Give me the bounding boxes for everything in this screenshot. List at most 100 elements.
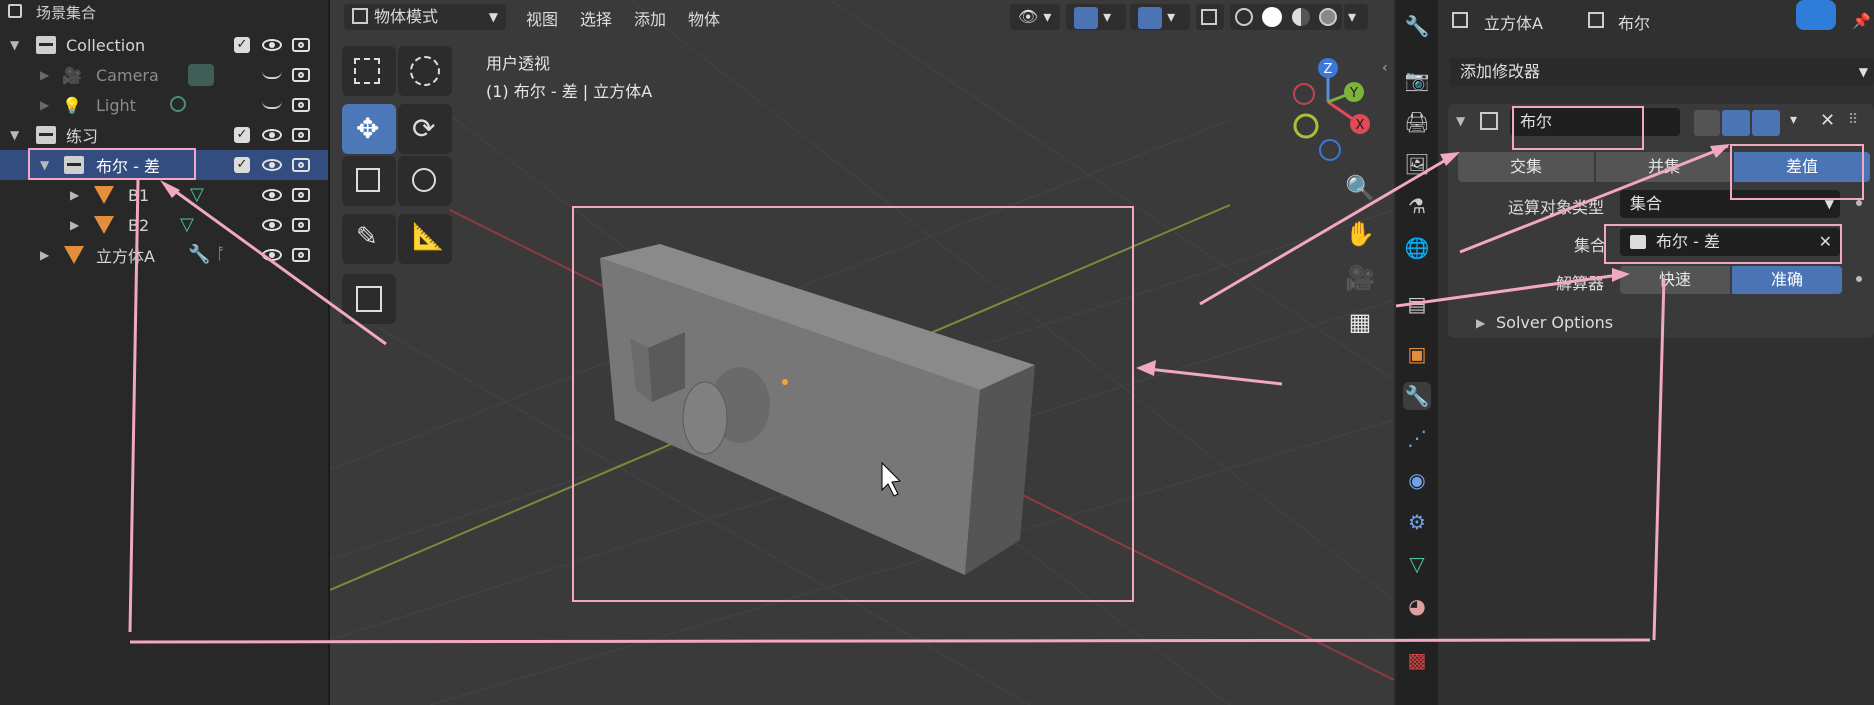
render-camera-icon[interactable] <box>292 248 310 262</box>
wireframe-shading-icon[interactable] <box>1234 8 1253 26</box>
material-shading-icon[interactable] <box>1291 8 1310 26</box>
keyframe-dot-icon[interactable] <box>1856 276 1862 282</box>
visibility-eye-icon[interactable] <box>262 219 282 231</box>
gizmo-dropdown[interactable]: ▾ <box>1066 4 1126 30</box>
outliner-row-light[interactable]: ▶ 💡 Light <box>0 90 328 120</box>
render-tab-icon[interactable]: 📷 <box>1403 66 1431 94</box>
menu-select[interactable]: 选择 <box>580 6 612 30</box>
rendered-shading-icon[interactable] <box>1319 8 1338 26</box>
add-modifier-dropdown[interactable]: 添加修改器 ▼ <box>1450 58 1874 86</box>
navigation-gizmo[interactable]: Z Y X <box>1264 52 1392 162</box>
render-camera-icon[interactable] <box>292 128 310 142</box>
outliner-row-cube-a[interactable]: ▶ 立方体A 🔧 ᚩ <box>0 240 328 270</box>
outliner-row-practice[interactable]: ▼ 练习 ✓ <box>0 120 328 150</box>
zoom-icon[interactable]: 🔍 <box>1344 172 1376 204</box>
outliner-row-collection[interactable]: ▼ Collection ✓ <box>0 30 328 60</box>
menu-add[interactable]: 添加 <box>634 6 666 30</box>
transform-tool[interactable] <box>398 156 452 206</box>
object-mode-dropdown[interactable]: 物体模式 ▼ <box>344 4 506 30</box>
expand-arrow-icon[interactable]: ▶ <box>40 248 49 262</box>
drag-handle-icon[interactable]: ⠿ <box>1848 112 1858 128</box>
output-tab-icon[interactable]: 🖨 <box>1403 108 1431 136</box>
hidden-eye-icon[interactable] <box>262 101 282 109</box>
edit-mode-toggle-icon[interactable] <box>1694 110 1720 136</box>
remove-modifier-icon[interactable]: ✕ <box>1820 110 1835 131</box>
ortho-grid-icon[interactable]: ▦ <box>1344 306 1376 338</box>
exclude-checkbox[interactable]: ✓ <box>234 157 250 173</box>
render-camera-icon[interactable] <box>292 218 310 232</box>
rotate-tool[interactable]: ⟳ <box>398 104 452 154</box>
shading-options-dropdown[interactable]: ▾ <box>1344 4 1368 30</box>
menu-view[interactable]: 视图 <box>526 6 558 30</box>
operation-intersect[interactable]: 交集 <box>1458 152 1594 182</box>
expand-arrow-icon[interactable]: ▶ <box>40 68 49 82</box>
texture-tab-icon[interactable]: ▩ <box>1403 646 1431 674</box>
outliner-row-b2[interactable]: ▶ B2 ▽ <box>0 210 328 240</box>
measure-tool[interactable]: 📐 <box>398 214 452 264</box>
collection-tab-icon[interactable]: ▤ <box>1403 290 1431 318</box>
mesh-data-icon[interactable]: ▽ <box>180 214 194 235</box>
visibility-eye-icon[interactable] <box>262 159 282 171</box>
render-camera-icon[interactable] <box>292 38 310 52</box>
scale-tool[interactable] <box>342 156 396 206</box>
visibility-eye-icon[interactable] <box>262 189 282 201</box>
constraints-tab-icon[interactable]: ⚙ <box>1403 508 1431 536</box>
sidebar-toggle-icon[interactable]: ‹ <box>1382 60 1388 76</box>
select-box-tool[interactable] <box>342 46 396 96</box>
xray-toggle[interactable] <box>1196 4 1224 30</box>
modifier-menu-chevron-icon[interactable]: ▾ <box>1790 112 1797 128</box>
mesh-data-icon[interactable]: ▽ <box>190 184 204 205</box>
render-toggle-icon[interactable] <box>1752 110 1780 136</box>
cursor-tool[interactable] <box>398 46 452 96</box>
overlay-dropdown[interactable]: ▾ <box>1130 4 1190 30</box>
tool-tab-icon[interactable]: 🔧 <box>1403 12 1431 40</box>
solver-options-subpanel[interactable]: Solver Options <box>1496 313 1613 332</box>
render-camera-icon[interactable] <box>292 188 310 202</box>
shading-modes[interactable] <box>1230 4 1342 30</box>
expand-arrow-icon[interactable]: ▶ <box>40 98 49 112</box>
light-data-icon[interactable] <box>170 96 186 112</box>
solver-fast[interactable]: 快速 <box>1620 266 1730 294</box>
object-tab-icon[interactable]: ▣ <box>1403 340 1431 368</box>
modifier-tab-icon[interactable]: 🔧 <box>1403 382 1431 410</box>
material-tab-icon[interactable]: ◕ <box>1403 592 1431 620</box>
data-tab-icon[interactable]: ▽ <box>1403 550 1431 578</box>
particles-tab-icon[interactable]: ⋰ <box>1403 424 1431 452</box>
expand-arrow-icon[interactable]: ▶ <box>1476 316 1485 330</box>
render-camera-icon[interactable] <box>292 68 310 82</box>
mesh-data-icon[interactable]: ᚩ <box>216 244 226 263</box>
collapse-arrow-icon[interactable]: ▼ <box>1456 114 1465 128</box>
visibility-dropdown[interactable]: 👁 ▾ <box>1010 4 1060 30</box>
expand-arrow-icon[interactable]: ▼ <box>10 128 19 142</box>
camera-view-icon[interactable]: 🎥 <box>1344 262 1376 294</box>
outliner-row-camera[interactable]: ▶ 🎥 Camera <box>0 60 328 90</box>
viewport-display-toggle-icon[interactable] <box>1722 110 1750 136</box>
expand-arrow-icon[interactable]: ▶ <box>70 188 79 202</box>
solver-exact[interactable]: 准确 <box>1732 266 1842 294</box>
view-layer-tab-icon[interactable]: 🖼 <box>1403 150 1431 178</box>
pan-hand-icon[interactable]: ✋ <box>1344 218 1376 250</box>
exclude-checkbox[interactable]: ✓ <box>234 37 250 53</box>
scene-tab-icon[interactable]: ⚗ <box>1403 192 1431 220</box>
visibility-eye-icon[interactable] <box>262 249 282 261</box>
expand-arrow-icon[interactable]: ▶ <box>70 218 79 232</box>
camera-data-icon[interactable] <box>188 64 214 86</box>
add-cube-tool[interactable] <box>342 274 396 324</box>
menu-object[interactable]: 物体 <box>688 6 720 30</box>
render-camera-icon[interactable] <box>292 98 310 112</box>
annotate-tool[interactable]: ✎ <box>342 214 396 264</box>
move-tool[interactable]: ✥ <box>342 104 396 154</box>
visibility-eye-icon[interactable] <box>262 39 282 51</box>
keyframe-dot-icon[interactable] <box>1856 200 1862 206</box>
solid-shading-icon[interactable] <box>1262 7 1283 27</box>
render-camera-icon[interactable] <box>292 158 310 172</box>
hidden-eye-icon[interactable] <box>262 71 282 79</box>
expand-arrow-icon[interactable]: ▼ <box>10 38 19 52</box>
world-tab-icon[interactable]: 🌐 <box>1403 234 1431 262</box>
pin-icon[interactable]: 📌 <box>1852 12 1871 30</box>
physics-tab-icon[interactable]: ◉ <box>1403 466 1431 494</box>
exclude-checkbox[interactable]: ✓ <box>234 127 250 143</box>
wrench-modifier-icon[interactable]: 🔧 <box>188 244 210 265</box>
operation-union[interactable]: 并集 <box>1596 152 1732 182</box>
visibility-eye-icon[interactable] <box>262 129 282 141</box>
